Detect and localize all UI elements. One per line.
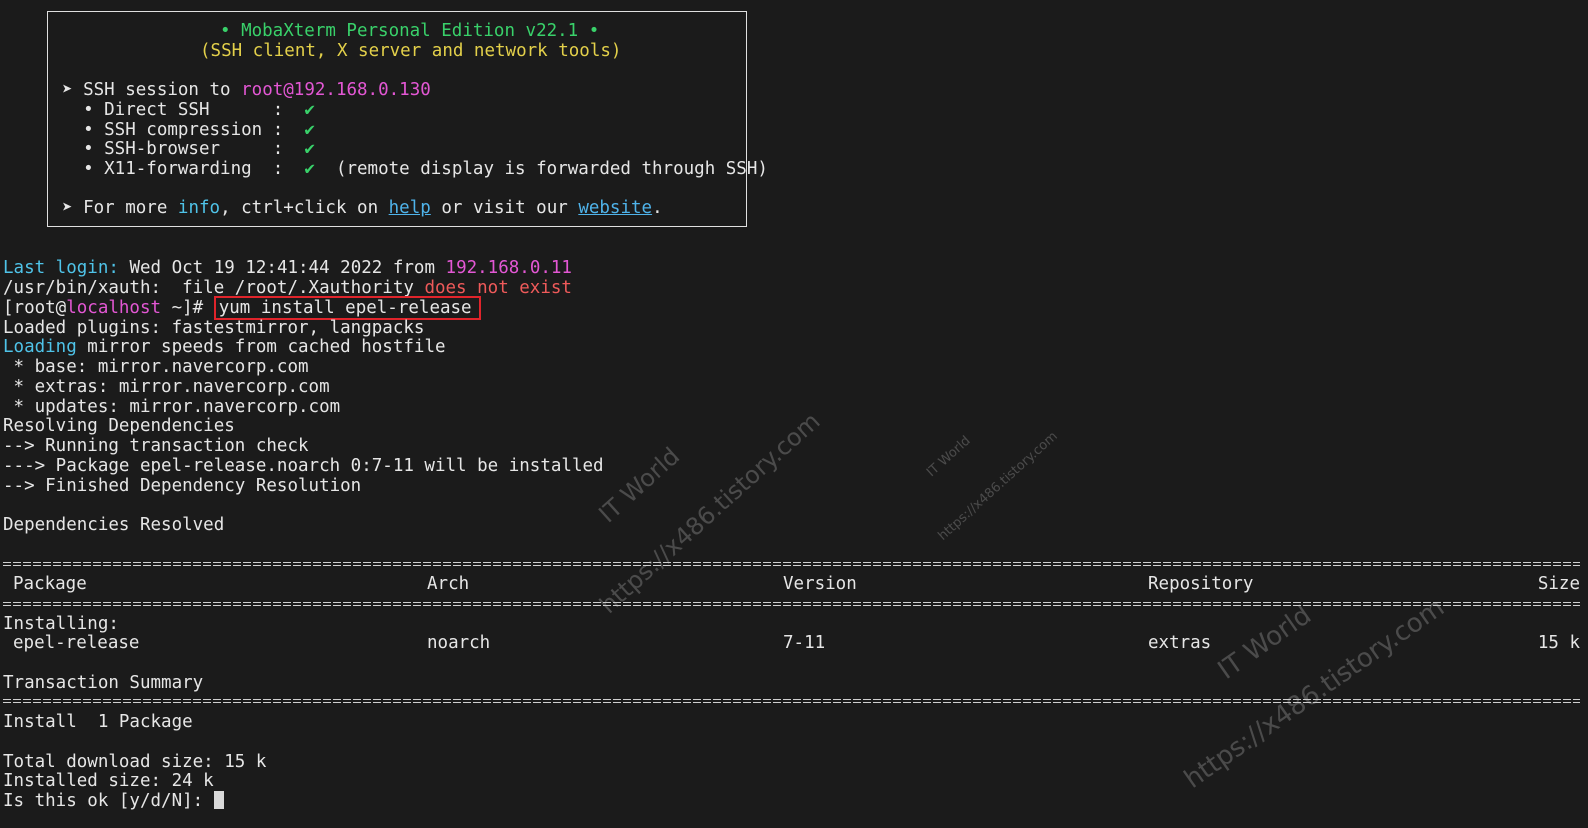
loading-mirrors-line: Loading mirror speeds from cached hostfi… bbox=[3, 337, 446, 357]
website-link[interactable]: website bbox=[578, 198, 652, 218]
info-word: info bbox=[177, 198, 221, 218]
last-login-line: Last login: Wed Oct 19 12:41:44 2022 fro… bbox=[3, 258, 572, 278]
watermark: IT World https://x486.tistory.com bbox=[872, 358, 1074, 558]
mirror-line: * updates: mirror.navercorp.com bbox=[3, 397, 341, 417]
loading-word: Loading bbox=[3, 337, 77, 357]
row-package: epel-release bbox=[13, 633, 140, 653]
finished-line: --> Finished Dependency Resolution bbox=[3, 476, 362, 496]
feature-ssh-browser: • SSH-browser : ✔ bbox=[62, 139, 315, 159]
table-rule-summary bbox=[3, 697, 1580, 705]
confirm-prompt-line[interactable]: Is this ok [y/d/N]: bbox=[3, 791, 224, 811]
feature-direct-ssh: • Direct SSH : ✔ bbox=[62, 100, 315, 120]
feature-label: • Direct SSH : bbox=[62, 100, 305, 120]
header-size: Size bbox=[1537, 574, 1580, 594]
session-prefix: ➤ SSH session to bbox=[62, 80, 242, 100]
row-repository: extras bbox=[1148, 633, 1212, 653]
banner-subtitle: (SSH client, X server and network tools) bbox=[200, 41, 622, 61]
table-rule-header bbox=[3, 600, 1580, 608]
watermark-url: https://x486.tistory.com bbox=[935, 428, 1061, 544]
feature-ssh-compression: • SSH compression : ✔ bbox=[62, 120, 315, 140]
mirror-line: * base: mirror.navercorp.com bbox=[3, 357, 309, 377]
installing-section: Installing: bbox=[3, 614, 119, 634]
header-version: Version bbox=[783, 574, 857, 594]
row-size: 15 k bbox=[1537, 633, 1580, 653]
installed-size-line: Installed size: 24 k bbox=[3, 771, 214, 791]
header-repository: Repository bbox=[1148, 574, 1254, 594]
resolving-line: Resolving Dependencies bbox=[3, 416, 235, 436]
feature-note: (remote display is forwarded through SSH… bbox=[314, 159, 768, 179]
prompt-open: [root@ bbox=[3, 298, 67, 318]
xauth-warning: does not exist bbox=[424, 278, 572, 298]
confirm-prompt: Is this ok [y/d/N]: bbox=[3, 791, 214, 811]
loaded-plugins-line: Loaded plugins: fastestmirror, langpacks bbox=[3, 318, 425, 338]
last-login-text: Wed Oct 19 12:41:44 2022 from bbox=[118, 258, 446, 278]
check-icon: ✔ bbox=[304, 120, 315, 140]
last-login-label: Last login: bbox=[3, 258, 119, 278]
row-arch: noarch bbox=[427, 633, 491, 653]
command-prompt-line: [root@localhost ~]# yum install epel-rel… bbox=[3, 296, 481, 320]
banner-title: • MobaXterm Personal Edition v22.1 • bbox=[220, 21, 600, 41]
install-summary-line: Install 1 Package bbox=[3, 712, 193, 732]
check-icon: ✔ bbox=[304, 139, 315, 159]
welcome-banner: • MobaXterm Personal Edition v22.1 • (SS… bbox=[47, 11, 768, 227]
more-end: . bbox=[652, 198, 663, 218]
check-icon: ✔ bbox=[304, 100, 315, 120]
session-target: root@192.168.0.130 bbox=[241, 80, 431, 100]
xauth-line: /usr/bin/xauth: file /root/.Xauthority d… bbox=[3, 278, 572, 298]
loading-rest: mirror speeds from cached hostfile bbox=[76, 337, 446, 357]
watermark-title: IT World bbox=[924, 433, 974, 481]
prompt-host: localhost bbox=[66, 298, 162, 318]
running-check-line: --> Running transaction check bbox=[3, 436, 309, 456]
prompt-close: ~]# bbox=[161, 298, 214, 318]
mirror-line: * extras: mirror.navercorp.com bbox=[3, 377, 330, 397]
more-mid: , ctrl+click on bbox=[220, 198, 389, 218]
highlighted-command: yum install epel-release bbox=[213, 296, 481, 320]
package-install-line: ---> Package epel-release.noarch 0:7-11 … bbox=[3, 456, 604, 476]
xauth-text: /usr/bin/xauth: file /root/.Xauthority bbox=[3, 278, 425, 298]
watermark-url: https://x486.tistory.com bbox=[1179, 592, 1450, 795]
help-link[interactable]: help bbox=[389, 198, 431, 218]
row-version: 7-11 bbox=[783, 633, 826, 653]
check-icon: ✔ bbox=[304, 159, 315, 179]
feature-x11-forwarding: • X11-forwarding : ✔ (remote display is … bbox=[62, 159, 768, 179]
feature-label: • SSH-browser : bbox=[62, 139, 305, 159]
watermark: IT World https://x486.tistory.com bbox=[1116, 502, 1461, 811]
banner-more-line: ➤ For more info, ctrl+click on help or v… bbox=[62, 198, 663, 218]
total-download-line: Total download size: 15 k bbox=[3, 752, 267, 772]
header-arch: Arch bbox=[427, 574, 470, 594]
header-package: Package bbox=[13, 574, 87, 594]
last-login-ip: 192.168.0.11 bbox=[445, 258, 572, 278]
banner-session-line: ➤ SSH session to root@192.168.0.130 bbox=[62, 80, 431, 100]
feature-label: • X11-forwarding : bbox=[62, 159, 305, 179]
transaction-summary-line: Transaction Summary bbox=[3, 673, 204, 693]
table-rule-top bbox=[3, 560, 1580, 568]
more-prefix: ➤ For more bbox=[62, 198, 178, 218]
deps-resolved-line: Dependencies Resolved bbox=[3, 515, 225, 535]
feature-label: • SSH compression : bbox=[62, 120, 305, 140]
terminal-cursor[interactable] bbox=[213, 791, 224, 809]
more-mid2: or visit our bbox=[430, 198, 579, 218]
